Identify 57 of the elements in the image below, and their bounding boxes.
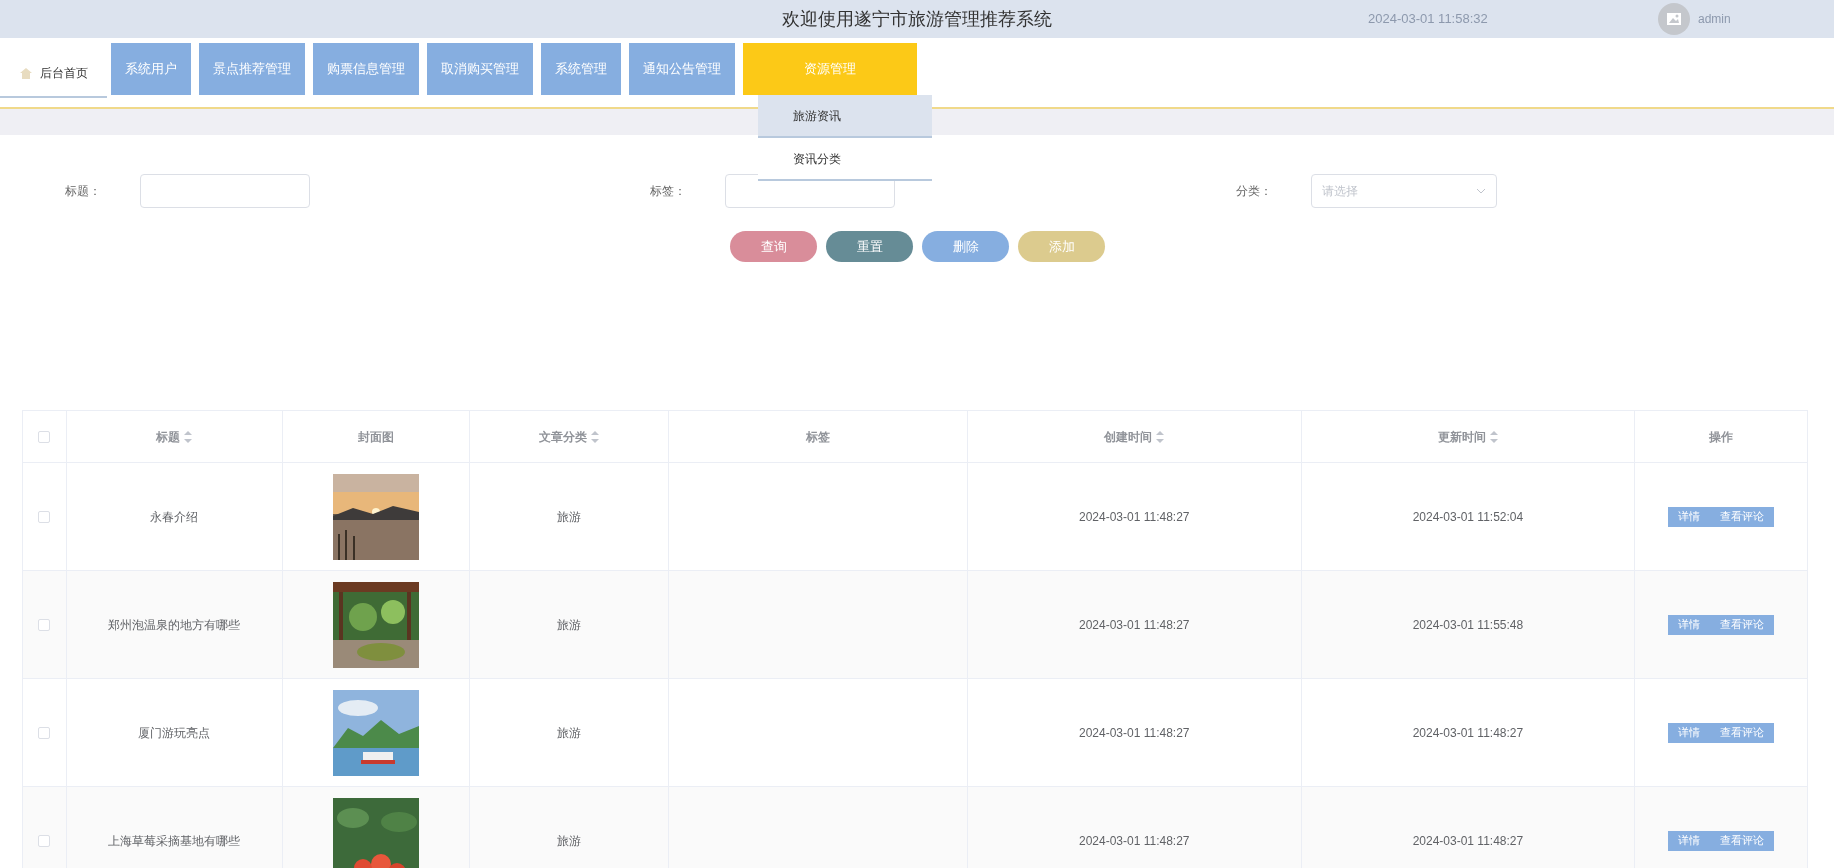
table-cell-text: 2024-03-01 11:48:27 [1079,508,1190,526]
table-cell-text: 旅游 [556,724,581,742]
column-header: 更新时间 [1437,428,1486,446]
filter-input[interactable] [725,174,895,208]
column-header: 文章分类 [538,428,587,446]
dropdown-item[interactable]: 旅游资讯 [758,95,932,138]
table-cell-text: 旅游 [556,508,581,526]
filter-label: 标题： [65,183,102,200]
nav-tab[interactable]: 系统用户 [111,43,191,95]
header-datetime: 2024-03-01 11:58:32 [1368,10,1488,29]
table-cell-text: 旅游 [556,616,581,634]
action-button[interactable]: 删除 [922,231,1009,262]
table-cell-text: 2024-03-01 11:48:27 [1079,832,1190,850]
table-cell-text: 2024-03-01 11:52:04 [1412,508,1524,526]
action-button[interactable]: 重置 [826,231,913,262]
table-cell-text: 上海草莓采摘基地有哪些 [108,832,241,850]
table-cell-text: 2024-03-01 11:48:27 [1412,724,1524,742]
column-header: 封面图 [357,428,394,446]
table-cell-text: 永春介绍 [150,508,199,526]
sort-icon[interactable] [1156,430,1165,443]
checkbox[interactable] [38,726,51,739]
filter-label: 分类： [1236,183,1273,200]
column-header: 创建时间 [1104,428,1153,446]
table-cell-text: 2024-03-01 11:48:27 [1412,832,1524,850]
chevron-down-icon [1476,188,1486,194]
table-cell-text: 郑州泡温泉的地方有哪些 [108,616,241,634]
avatar-icon[interactable] [1658,3,1690,35]
nav-tab[interactable]: 景点推荐管理 [199,43,305,95]
header-title: 欢迎使用遂宁市旅游管理推荐系统 [782,7,1052,31]
nav-tab[interactable]: 通知公告管理 [629,43,735,95]
table-cell-text: 旅游 [556,832,581,850]
column-header: 标签 [806,428,831,446]
checkbox[interactable] [38,430,51,443]
nav-tab[interactable]: 资源管理 [743,43,917,95]
nav-tab[interactable]: 系统管理 [541,43,621,95]
column-header: 操作 [1709,428,1734,446]
home-icon [19,67,32,79]
sort-icon[interactable] [590,430,599,443]
nav-tab[interactable]: 购票信息管理 [313,43,419,95]
table-cell-text: 2024-03-01 11:48:27 [1079,724,1190,742]
action-button[interactable]: 查询 [730,231,817,262]
checkbox[interactable] [38,510,51,523]
table-cell-text: 2024-03-01 11:55:48 [1412,616,1524,634]
table-cell-text: 厦门游玩亮点 [138,724,211,742]
column-header: 标题 [156,428,181,446]
checkbox[interactable] [38,834,51,847]
category-select[interactable]: 请选择 [1311,174,1497,208]
sort-icon[interactable] [1489,430,1498,443]
user-name[interactable]: admin [1698,10,1731,28]
action-button[interactable]: 添加 [1018,231,1105,262]
table-cell-text: 2024-03-01 11:48:27 [1079,616,1190,634]
sort-icon[interactable] [184,430,193,443]
home-tab[interactable]: 后台首页 [0,50,107,98]
filter-input[interactable] [140,174,310,208]
nav-tab[interactable]: 取消购买管理 [427,43,533,95]
filter-label: 标签： [650,183,687,200]
checkbox[interactable] [38,618,51,631]
